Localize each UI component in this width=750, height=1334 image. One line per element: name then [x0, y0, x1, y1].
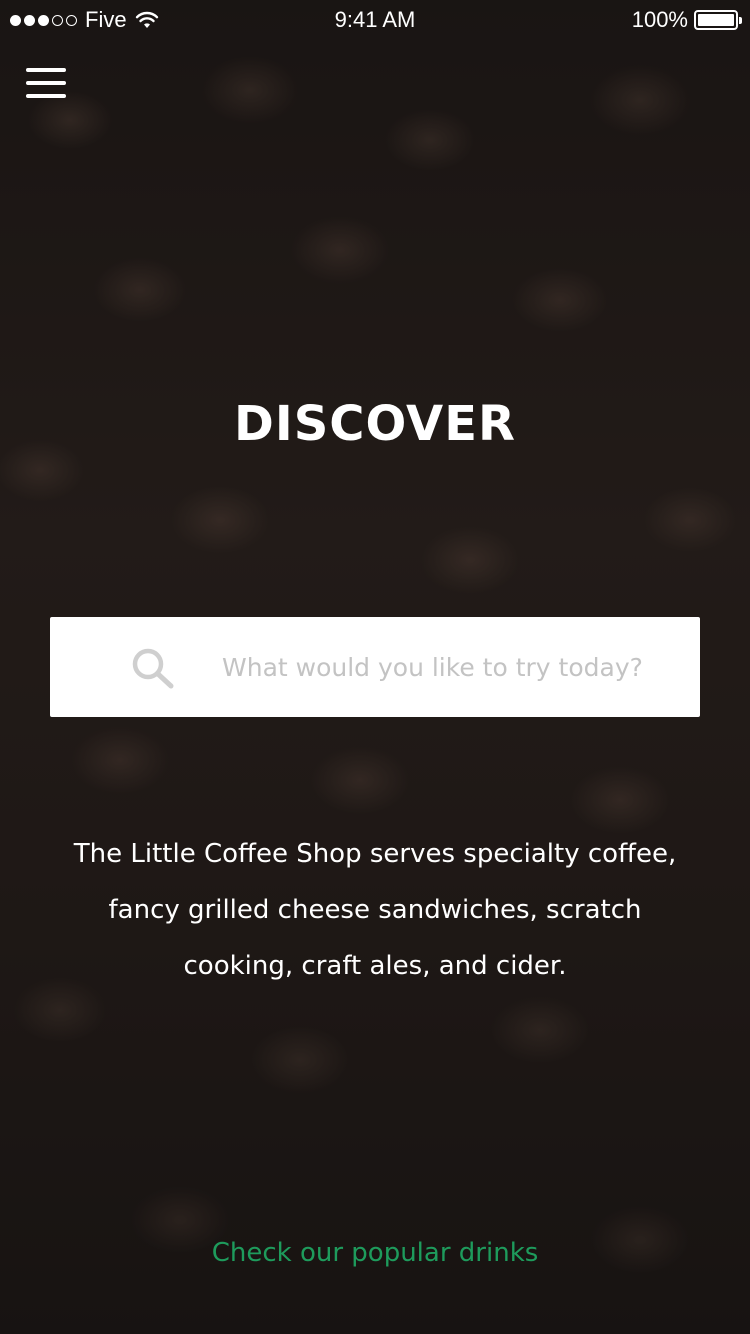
search-bar[interactable] — [50, 617, 700, 717]
status-bar: Five 9:41 AM 100% — [0, 0, 750, 40]
page-title: DISCOVER — [234, 396, 516, 452]
battery-fill — [698, 14, 734, 26]
battery-percentage: 100% — [631, 7, 688, 32]
menu-line — [26, 94, 66, 98]
search-input[interactable] — [222, 645, 692, 689]
shop-description: The Little Coffee Shop serves specialty … — [73, 839, 677, 981]
battery-icon — [694, 10, 742, 30]
search-icon — [132, 648, 174, 689]
status-right: 100% — [631, 7, 742, 33]
popular-drinks-link[interactable]: Check our popular drinks — [0, 1238, 750, 1268]
discover-screen: Five 9:41 AM 100% DISCOVER The Litt — [0, 0, 750, 1334]
menu-line — [26, 81, 66, 85]
hamburger-menu-icon[interactable] — [26, 66, 68, 100]
battery-tip — [739, 17, 742, 24]
menu-line — [26, 68, 66, 72]
